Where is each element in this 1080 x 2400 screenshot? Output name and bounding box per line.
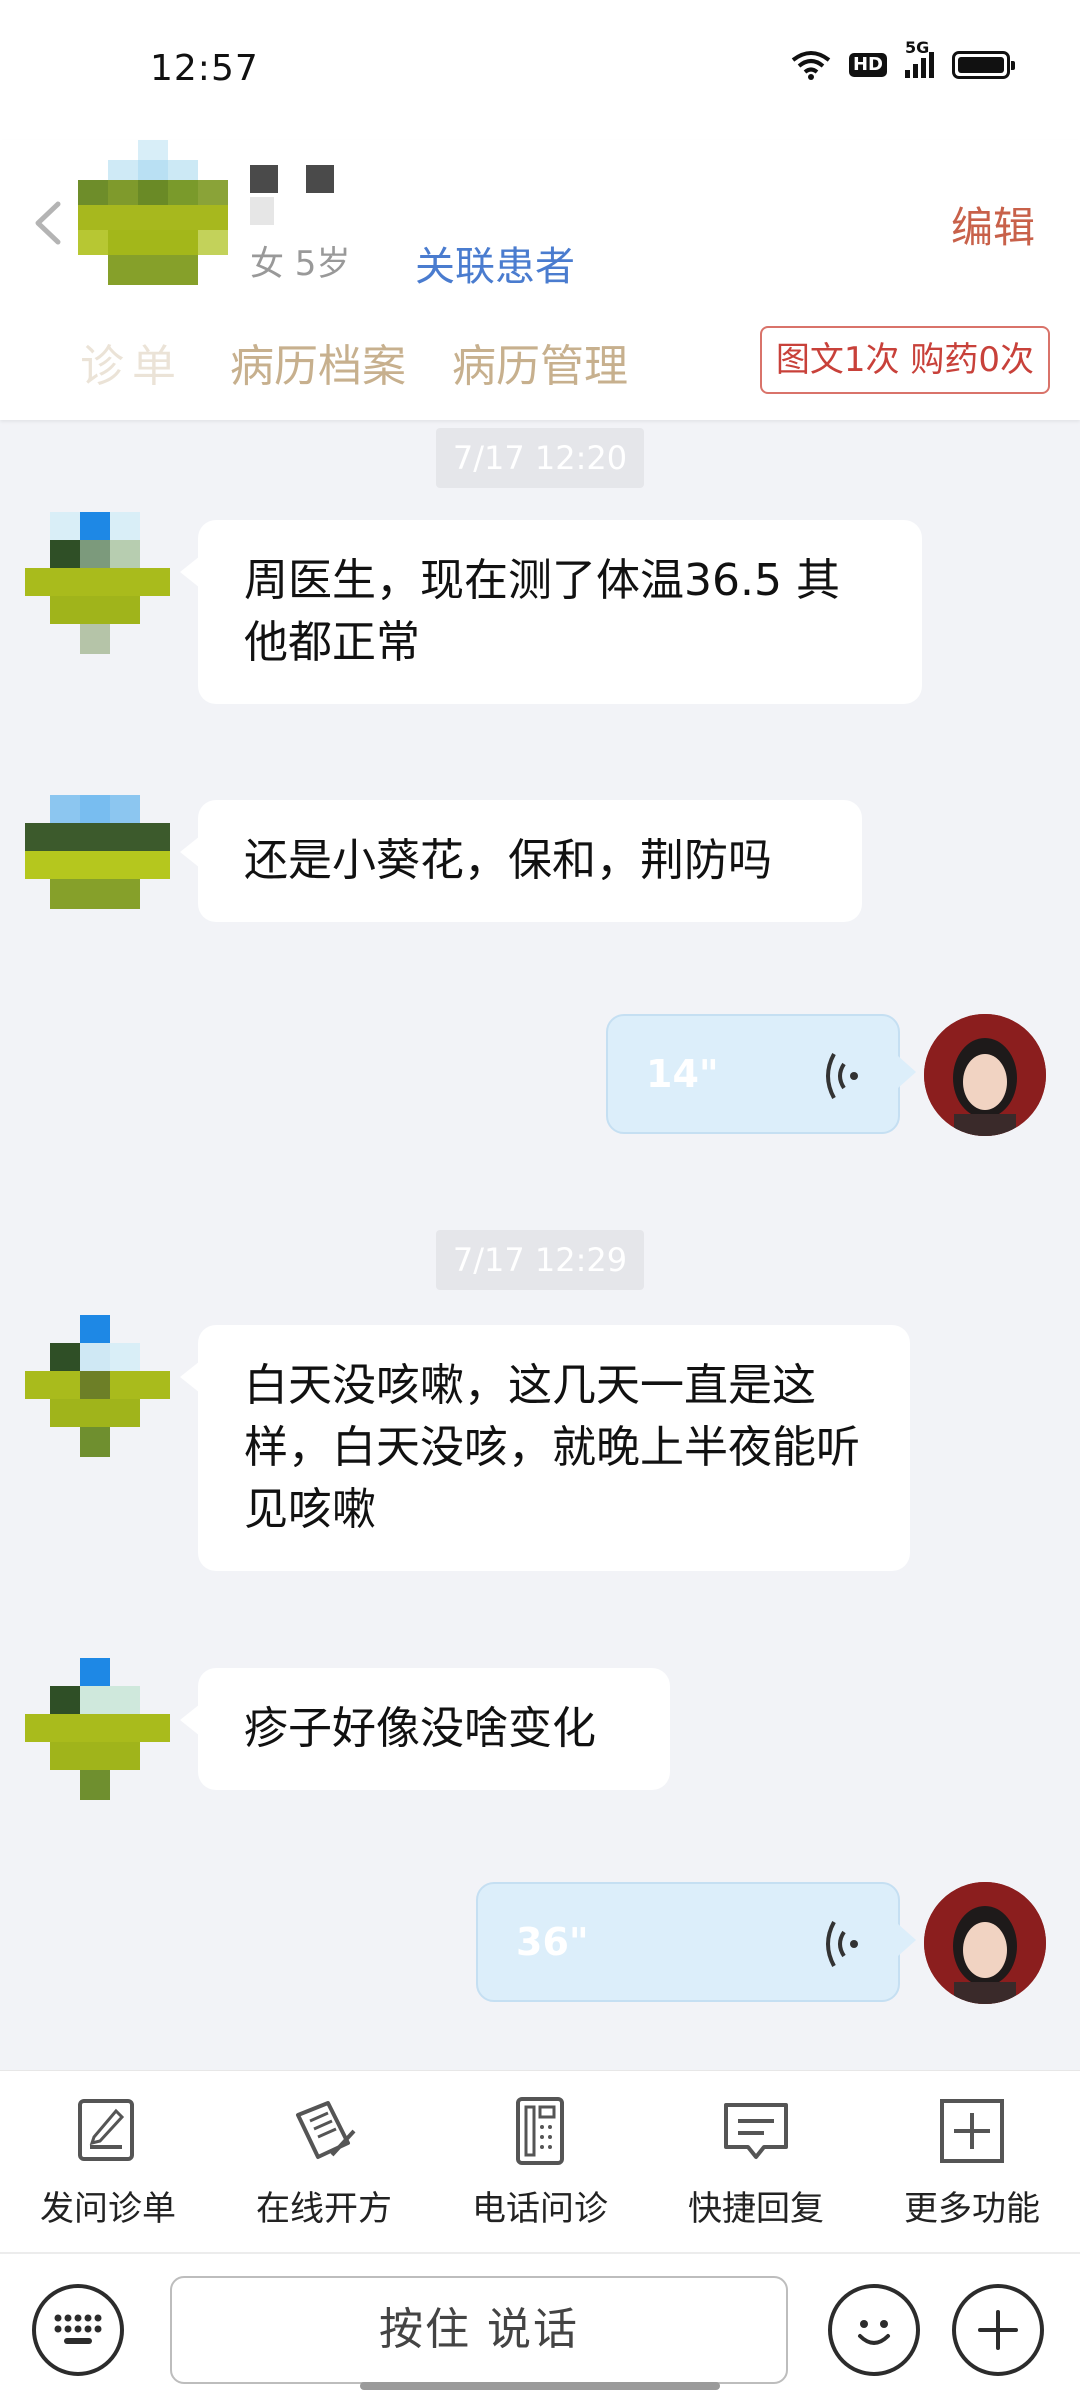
message-bubble[interactable]: 白天没咳嗽，这几天一直是这样，白天没咳，就晚上半夜能听见咳嗽 [180, 1325, 910, 1571]
patient-name-masked [250, 165, 370, 225]
service-stats-badge[interactable]: 图文1次 购药0次 [759, 326, 1050, 394]
smiley-icon [858, 2320, 890, 2345]
voice-message[interactable]: 14" [606, 1014, 916, 1134]
function-toolbar: 发问诊单 在线开方 电话问诊 快捷回复 更多功能 [0, 2070, 1080, 2252]
tool-label: 发问诊单 [40, 2189, 176, 2229]
patient-header: 女 5岁 关联患者 编辑 诊单 病历档案 病历管理 图文1次 购药0次 [0, 140, 1080, 420]
patient-avatar[interactable] [78, 140, 228, 285]
patient-chat-avatar[interactable] [25, 1658, 170, 1803]
patient-chat-avatar[interactable] [25, 1315, 170, 1460]
chat-area[interactable]: 7/17 12:20 周医生，现在测了体温36.5 其他都正常 还是小葵花，保和… [0, 420, 1080, 2070]
back-arrow-icon [35, 201, 61, 245]
hold-to-talk-button[interactable]: 按住 说话 [170, 2276, 788, 2384]
doctor-avatar[interactable] [924, 1882, 1046, 2004]
hd-badge: HD [848, 53, 887, 77]
quick-reply-button[interactable]: 快捷回复 [648, 2071, 864, 2252]
tab-record-management[interactable]: 病历管理 [452, 330, 628, 394]
voice-wave-icon [826, 1921, 858, 1967]
form-icon [78, 2099, 134, 2161]
status-bar: 12:57 HD 5G [0, 0, 1080, 140]
header-tabs: 诊单 病历档案 病历管理 [80, 330, 674, 394]
signal-icon: 5G [905, 38, 934, 78]
timestamp: 7/17 12:29 [436, 1230, 644, 1290]
clock: 12:57 [150, 48, 259, 89]
battery-icon [952, 51, 1015, 79]
tab-consult-form[interactable]: 诊单 [80, 330, 184, 394]
home-indicator[interactable] [360, 2382, 720, 2390]
voice-duration: 14" [646, 1052, 719, 1096]
wifi-icon [791, 51, 831, 80]
message-bubble[interactable]: 还是小葵花，保和，荆防吗 [180, 800, 862, 922]
send-form-button[interactable]: 发问诊单 [0, 2071, 216, 2252]
link-patient-button[interactable]: 关联患者 [415, 234, 575, 292]
keyboard-icon [54, 2314, 102, 2344]
plus-icon [978, 2310, 1018, 2350]
add-attachment-button[interactable] [952, 2284, 1044, 2376]
patient-chat-avatar[interactable] [25, 512, 170, 657]
keyboard-toggle-button[interactable] [32, 2284, 124, 2376]
phone-icon [516, 2097, 564, 2165]
voice-duration: 36" [516, 1920, 589, 1964]
emoji-button[interactable] [828, 2284, 920, 2376]
message-bubble[interactable]: 周医生，现在测了体温36.5 其他都正常 [180, 520, 922, 704]
edit-button[interactable]: 编辑 [951, 194, 1035, 255]
input-bar: 按住 说话 [0, 2252, 1080, 2400]
tool-label: 电话问诊 [472, 2189, 608, 2229]
tab-medical-record[interactable]: 病历档案 [230, 330, 406, 394]
message-bubble[interactable]: 疹子好像没啥变化 [180, 1668, 670, 1790]
tool-label: 快捷回复 [688, 2189, 824, 2229]
pixelated-avatar-icon [78, 140, 228, 285]
prescription-icon [296, 2101, 356, 2159]
pixelated-avatar-icon [25, 1315, 170, 1457]
doctor-avatar[interactable] [924, 1014, 1046, 1136]
timestamp: 7/17 12:20 [436, 428, 644, 488]
status-icons: HD 5G [791, 38, 1015, 80]
voice-message[interactable]: 36" [476, 1882, 916, 2002]
pixelated-avatar-icon [25, 795, 170, 909]
network-type: 5G [905, 38, 930, 57]
quick-reply-icon [724, 2103, 788, 2159]
doctor-photo-icon [924, 1014, 1046, 1136]
online-prescription-button[interactable]: 在线开方 [216, 2071, 432, 2252]
patient-chat-avatar[interactable] [25, 795, 170, 940]
pixelated-avatar-icon [25, 512, 170, 654]
more-functions-button[interactable]: 更多功能 [864, 2071, 1080, 2252]
back-button[interactable] [30, 198, 66, 248]
tool-label: 在线开方 [256, 2189, 392, 2229]
tool-label: 更多功能 [904, 2189, 1040, 2229]
patient-gender-age: 女 5岁 [250, 244, 351, 284]
doctor-photo-icon [924, 1882, 1046, 2004]
phone-consult-button[interactable]: 电话问诊 [432, 2071, 648, 2252]
more-icon [940, 2099, 1004, 2163]
voice-wave-icon [826, 1053, 858, 1099]
pixelated-avatar-icon [25, 1658, 170, 1800]
